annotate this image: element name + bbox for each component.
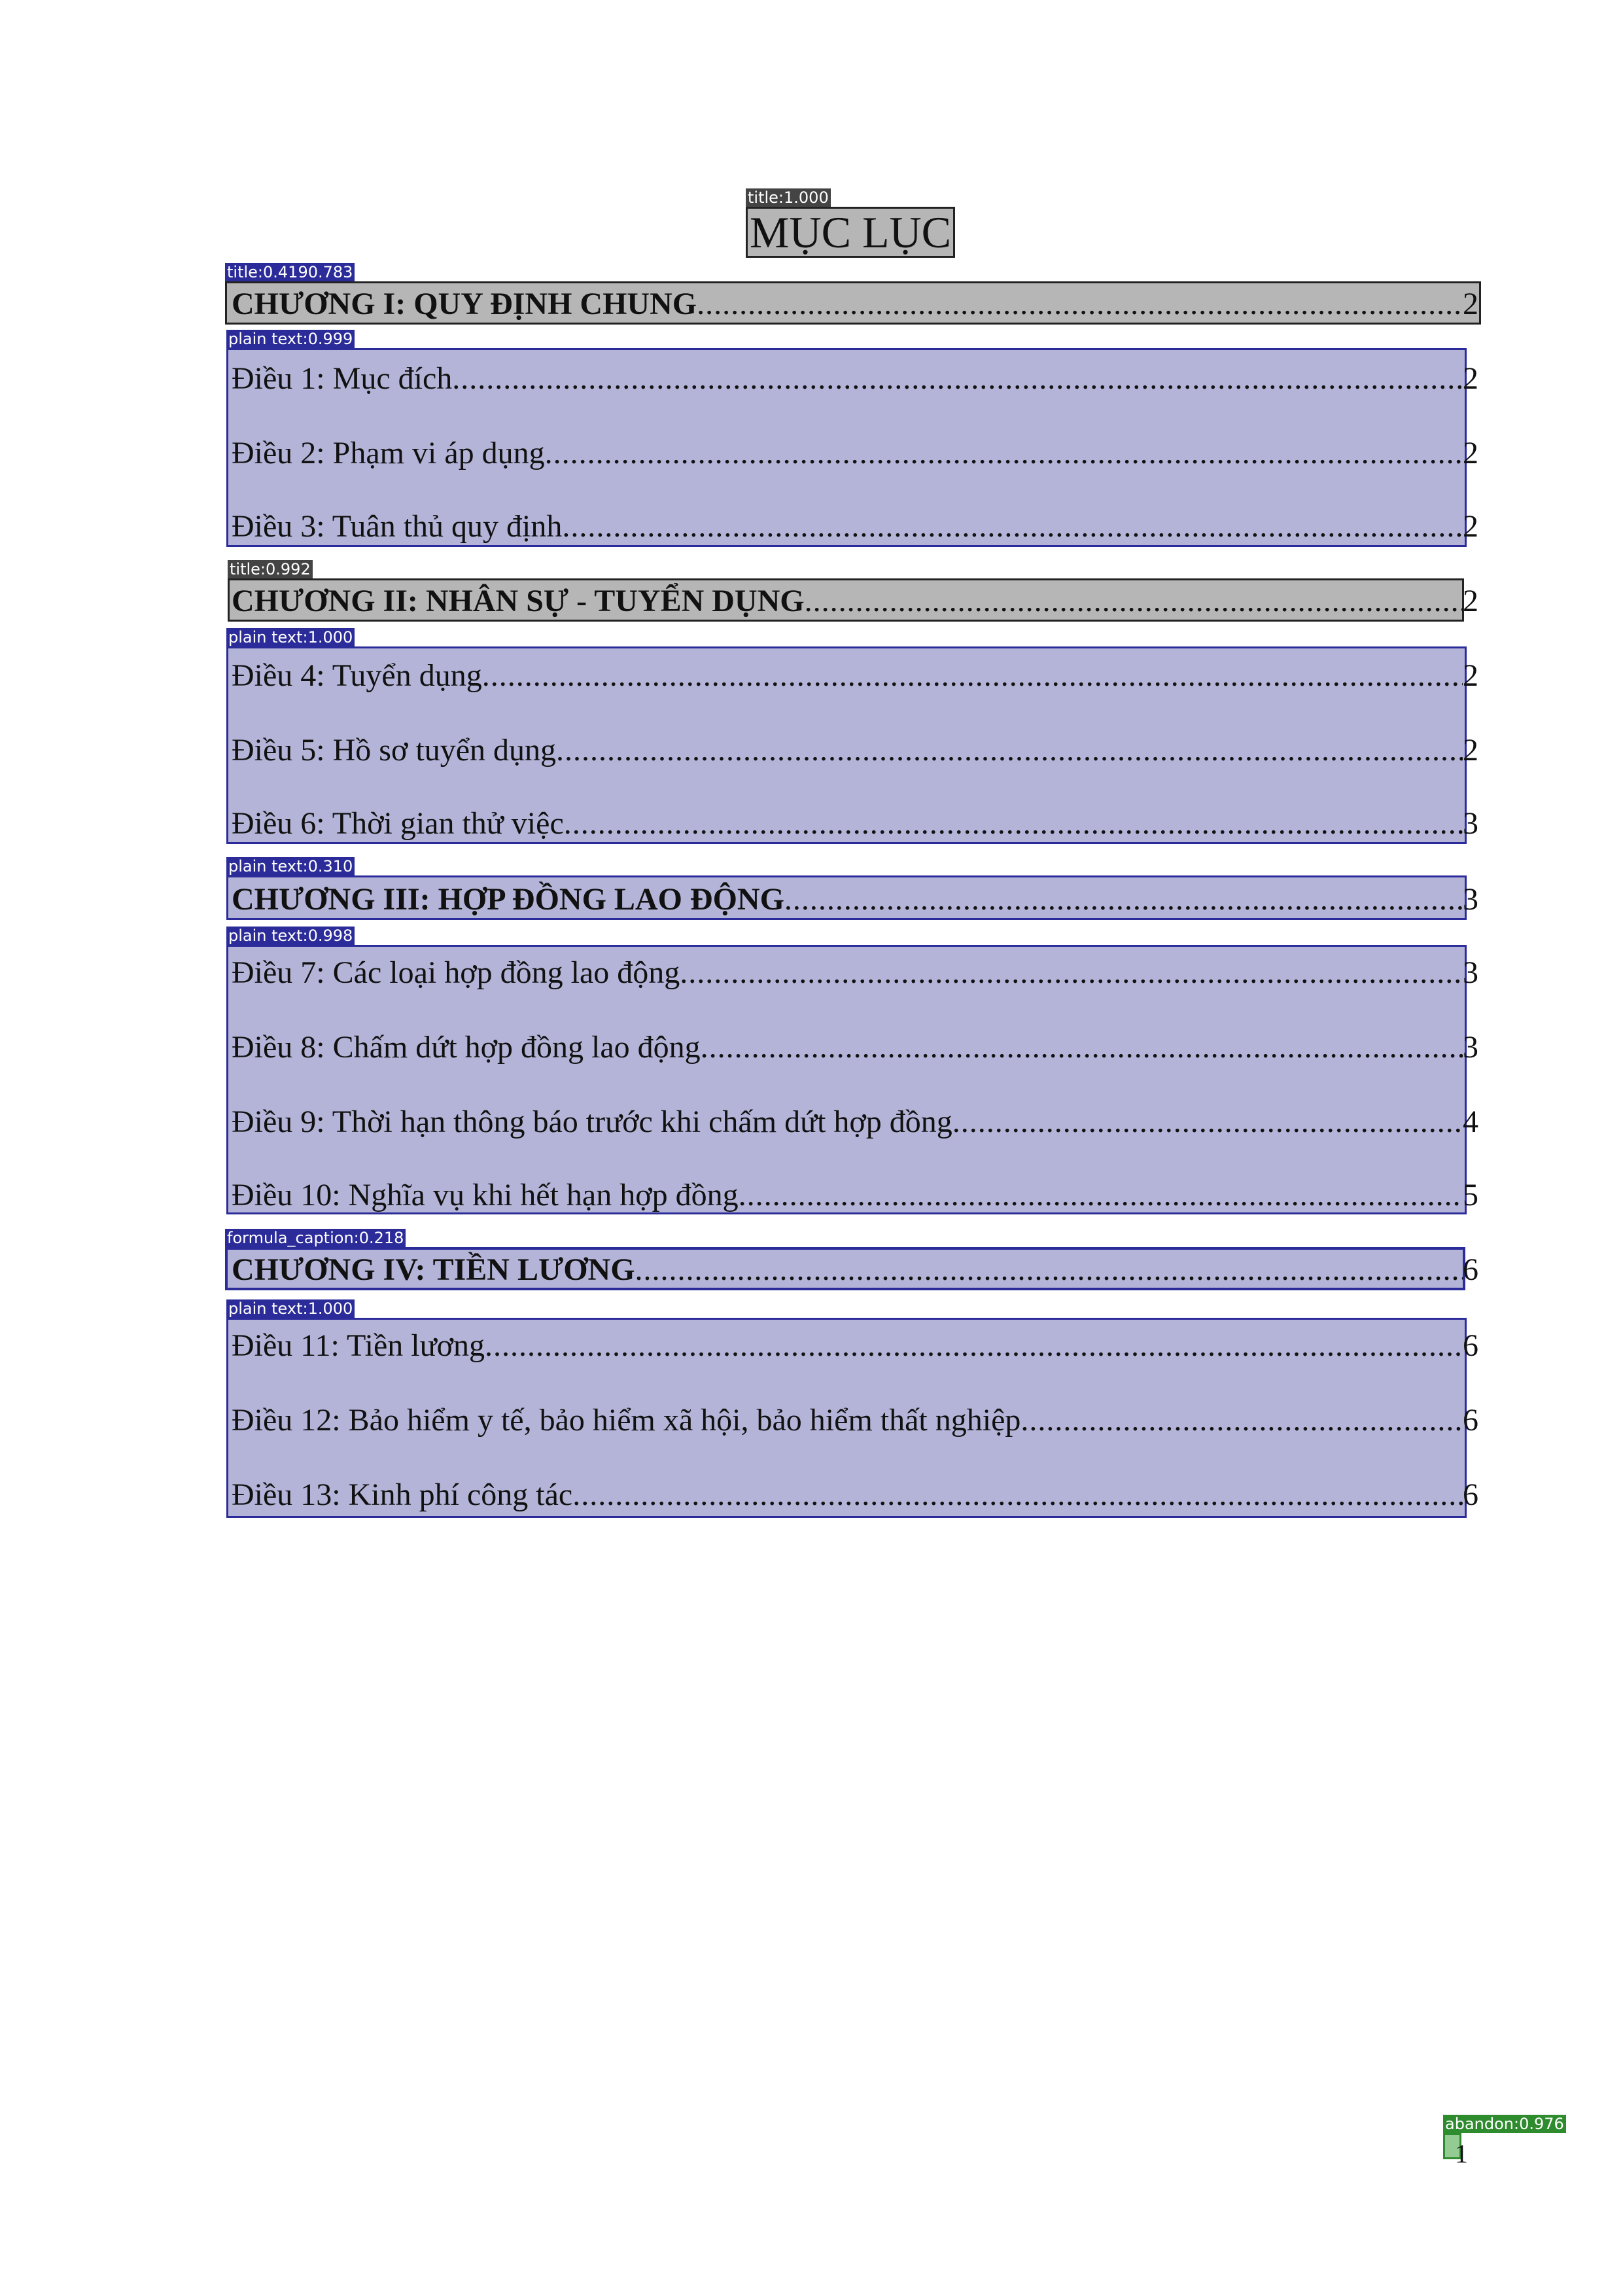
toc-leader xyxy=(701,1029,1463,1065)
toc-page: 2 xyxy=(1463,509,1478,544)
toc-page: 6 xyxy=(1463,1252,1478,1287)
region-label-block-2: plain text:1.000 xyxy=(226,628,355,646)
toc-label: Điều 9: Thời hạn thông báo trước khi chấ… xyxy=(232,1104,952,1139)
toc-page: 3 xyxy=(1463,806,1478,841)
toc-label: CHƯƠNG IV: TIỀN LƯƠNG xyxy=(232,1252,635,1287)
toc-label: Điều 2: Phạm vi áp dụng xyxy=(232,436,545,470)
toc-leader xyxy=(452,361,1463,397)
toc-page: 5 xyxy=(1463,1178,1478,1212)
toc-leader xyxy=(697,286,1463,322)
toc-chapter-4[interactable]: CHƯƠNG IV: TIỀN LƯƠNG 6 xyxy=(232,1247,1478,1288)
region-label-chapter-3: plain text:0.310 xyxy=(226,857,355,875)
region-label-block-3: plain text:0.998 xyxy=(226,927,355,945)
toc-leader xyxy=(485,1328,1463,1364)
toc-label: CHƯƠNG I: QUY ĐỊNH CHUNG xyxy=(232,287,697,321)
toc-label: Điều 1: Mục đích xyxy=(232,361,453,396)
region-label-chapter-2: title:0.992 xyxy=(228,560,313,578)
toc-entry[interactable]: Điều 1: Mục đích 2 xyxy=(232,356,1478,397)
toc-entry[interactable]: Điều 11: Tiền lương 6 xyxy=(232,1323,1478,1364)
toc-leader xyxy=(562,508,1463,544)
toc-label: Điều 3: Tuân thủ quy định xyxy=(232,509,563,544)
toc-page: 4 xyxy=(1463,1104,1478,1139)
toc-label: Điều 5: Hồ sơ tuyển dụng xyxy=(232,733,557,768)
page-number: 1 xyxy=(1455,2139,1468,2168)
toc-chapter-1[interactable]: CHƯƠNG I: QUY ĐỊNH CHUNG 2 xyxy=(232,281,1478,322)
toc-entry[interactable]: Điều 13: Kinh phí công tác 6 xyxy=(232,1472,1478,1513)
toc-entry[interactable]: Điều 9: Thời hạn thông báo trước khi chấ… xyxy=(232,1099,1478,1140)
toc-page: 3 xyxy=(1463,882,1478,917)
toc-leader xyxy=(680,955,1463,991)
toc-label: Điều 6: Thời gian thử việc xyxy=(232,806,564,841)
toc-label: CHƯƠNG II: NHÂN SỰ - TUYỂN DỤNG xyxy=(232,584,805,618)
toc-entry[interactable]: Điều 3: Tuân thủ quy định 2 xyxy=(232,504,1478,544)
toc-chapter-2[interactable]: CHƯƠNG II: NHÂN SỰ - TUYỂN DỤNG 2 xyxy=(232,578,1478,619)
document-title: MỤC LỤC xyxy=(750,207,951,257)
region-label-title: title:1.000 xyxy=(746,188,831,207)
toc-label: CHƯƠNG III: HỢP ĐỒNG LAO ĐỘNG xyxy=(232,882,784,917)
toc-leader xyxy=(739,1177,1463,1213)
region-label-chapter-4: formula_caption:0.218 xyxy=(225,1229,406,1247)
toc-page: 6 xyxy=(1463,1328,1478,1363)
toc-entry[interactable]: Điều 12: Bảo hiểm y tế, bảo hiểm xã hội,… xyxy=(232,1398,1478,1438)
toc-entry[interactable]: Điều 7: Các loại hợp đồng lao động 3 xyxy=(232,950,1478,991)
toc-page: 2 xyxy=(1463,287,1478,321)
toc-label: Điều 11: Tiền lương xyxy=(232,1328,485,1363)
region-label-block-4: plain text:1.000 xyxy=(226,1299,355,1318)
toc-page: 6 xyxy=(1463,1477,1478,1512)
toc-entry[interactable]: Điều 4: Tuyển dụng 2 xyxy=(232,653,1478,694)
region-label-page-number: abandon:0.976 xyxy=(1443,2115,1566,2133)
toc-leader xyxy=(545,435,1463,471)
toc-label: Điều 13: Kinh phí công tác xyxy=(232,1477,573,1512)
toc-entry[interactable]: Điều 6: Thời gian thử việc 3 xyxy=(232,801,1478,841)
toc-chapter-3[interactable]: CHƯƠNG III: HỢP ĐỒNG LAO ĐỘNG 3 xyxy=(232,877,1478,917)
toc-page: 2 xyxy=(1463,361,1478,396)
toc-leader xyxy=(805,583,1463,619)
toc-leader xyxy=(572,1477,1463,1513)
toc-label: Điều 12: Bảo hiểm y tế, bảo hiểm xã hội,… xyxy=(232,1403,1021,1438)
toc-leader xyxy=(482,658,1463,694)
toc-page: 2 xyxy=(1463,733,1478,768)
toc-page: 2 xyxy=(1463,584,1478,618)
toc-leader xyxy=(564,805,1463,841)
region-label-chapter-1: title:0.4190.783 xyxy=(225,263,355,281)
toc-leader xyxy=(635,1252,1463,1288)
toc-leader xyxy=(1021,1402,1463,1438)
toc-entry[interactable]: Điều 10: Nghĩa vụ khi hết hạn hợp đồng 5 xyxy=(232,1173,1478,1213)
toc-page: 3 xyxy=(1463,955,1478,990)
toc-entry[interactable]: Điều 2: Phạm vi áp dụng 2 xyxy=(232,431,1478,471)
toc-page: 3 xyxy=(1463,1030,1478,1065)
toc-label: Điều 7: Các loại hợp đồng lao động xyxy=(232,955,680,990)
toc-page: 2 xyxy=(1463,436,1478,470)
toc-entry[interactable]: Điều 8: Chấm dứt hợp đồng lao động 3 xyxy=(232,1025,1478,1065)
toc-leader xyxy=(556,732,1463,768)
toc-leader xyxy=(952,1104,1463,1140)
region-label-block-1: plain text:0.999 xyxy=(226,330,355,348)
toc-label: Điều 4: Tuyển dụng xyxy=(232,658,482,693)
toc-leader xyxy=(784,881,1463,917)
toc-page: 2 xyxy=(1463,658,1478,693)
toc-label: Điều 10: Nghĩa vụ khi hết hạn hợp đồng xyxy=(232,1178,739,1212)
toc-page: 6 xyxy=(1463,1403,1478,1438)
toc-entry[interactable]: Điều 5: Hồ sơ tuyển dụng 2 xyxy=(232,728,1478,768)
toc-label: Điều 8: Chấm dứt hợp đồng lao động xyxy=(232,1030,701,1065)
